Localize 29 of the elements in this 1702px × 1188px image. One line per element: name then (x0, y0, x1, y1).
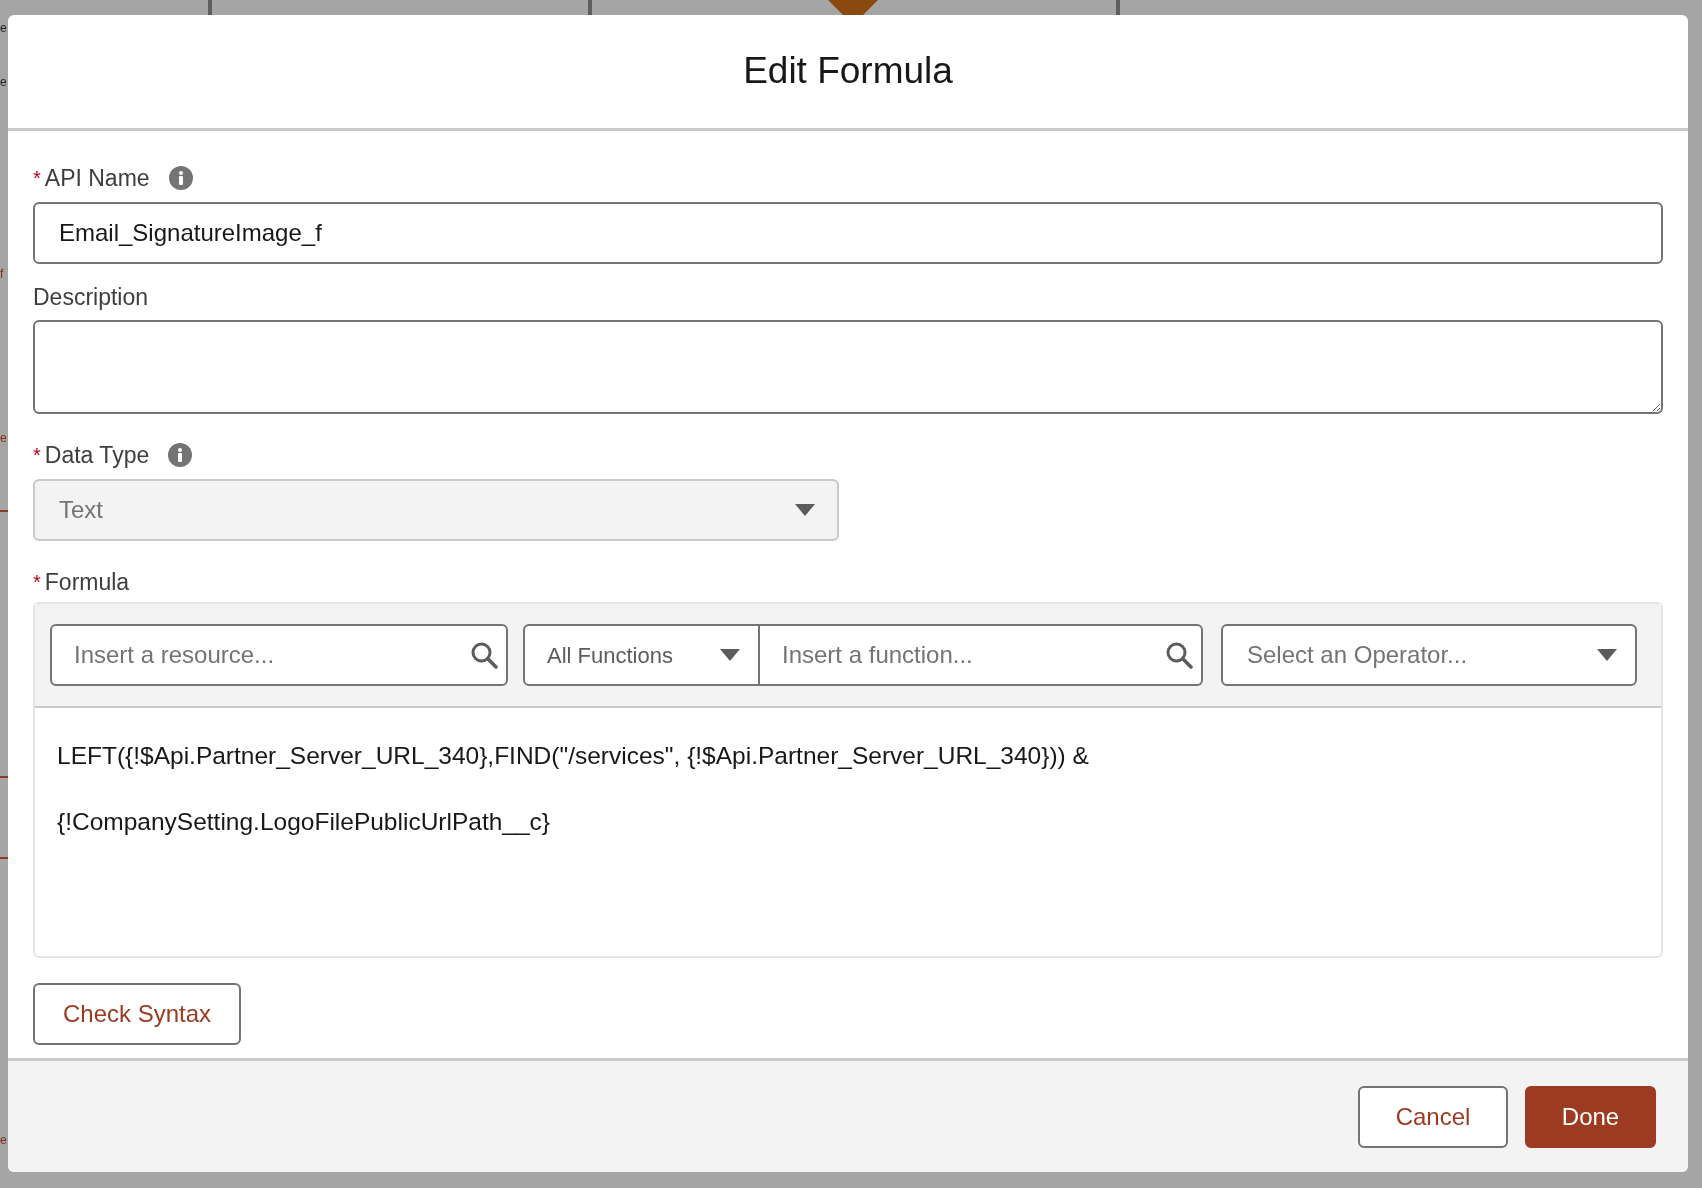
field-label: API Name (44, 164, 150, 193)
required-asterisk: * (33, 166, 41, 192)
background-text: f (0, 268, 4, 280)
background-text: e (0, 76, 7, 88)
field-label: Data Type (44, 441, 150, 470)
info-icon[interactable] (167, 165, 194, 192)
api-name-field[interactable]: Email_SignatureImage_f (33, 201, 1663, 264)
background-text: e (0, 432, 7, 444)
required-asterisk: * (33, 443, 41, 469)
done-button[interactable]: Done (1525, 1085, 1656, 1148)
check-syntax-button[interactable]: Check Syntax (33, 983, 242, 1045)
search-icon (470, 641, 498, 669)
field-label: Description (33, 282, 149, 312)
search-icon (1165, 641, 1193, 669)
formula-editor[interactable]: LEFT({!$Api.Partner_Server_URL_340},FIND("/services", {!$Api.Partner_Server_URL_340})) & {!CompanySetting.LogoFilePublicUrlPath__c} (35, 708, 1661, 956)
function-category-select[interactable]: All Functions (523, 624, 760, 686)
description-field[interactable] (33, 320, 1663, 414)
cancel-button[interactable]: Cancel (1358, 1085, 1508, 1148)
caret-icon (720, 648, 740, 662)
info-icon[interactable] (167, 442, 194, 469)
triangle-icon (828, 0, 878, 15)
required-asterisk: * (33, 569, 41, 595)
operator-select[interactable]: Select an Operator... (1221, 624, 1637, 686)
background-text: e (0, 1134, 7, 1146)
dialog-title: Edit Formula (743, 49, 953, 94)
field-label: Formula (44, 567, 130, 597)
background-text: e (0, 22, 7, 34)
caret-icon (795, 502, 815, 517)
caret-icon (1597, 648, 1617, 662)
